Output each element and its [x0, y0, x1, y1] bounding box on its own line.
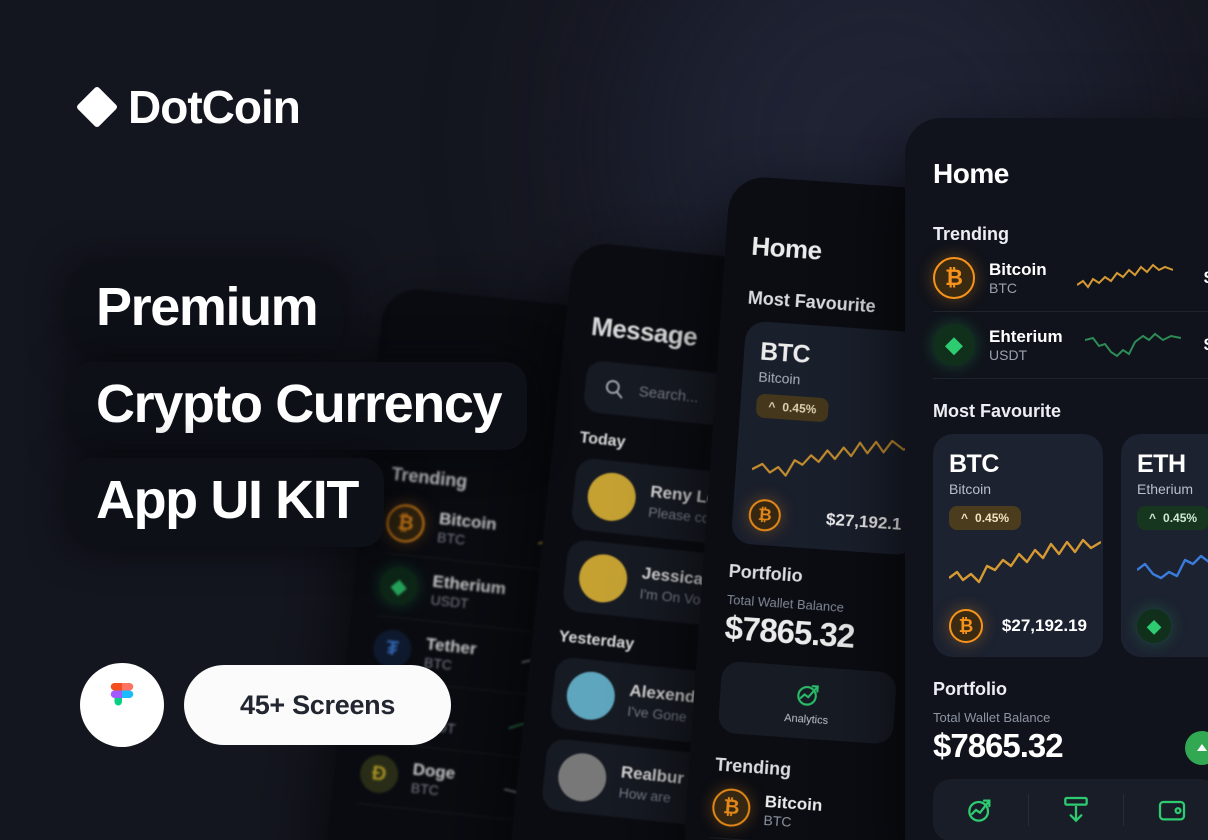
- sparkline-chart: [751, 439, 920, 477]
- action-withdraw[interactable]: [1029, 794, 1125, 826]
- headline-line-2: Crypto Currency: [70, 361, 528, 451]
- action-analytics[interactable]: Analytics: [718, 674, 896, 732]
- coin-name: Bitcoin: [949, 481, 992, 497]
- coin-name: Ehterium: [989, 327, 1063, 347]
- headline-group: Premium Crypto Currency App UI KIT: [70, 265, 528, 548]
- list-item[interactable]: ₿ Bitcoin BTC $41,: [933, 245, 1208, 312]
- phone-mockup-home-right: Home Trending ₿ Bitcoin BTC $41, ◆ Ehter…: [905, 118, 1208, 840]
- ethereum-icon: ◆: [1137, 609, 1171, 643]
- balance-amount: $7865.32: [933, 727, 1064, 764]
- favourite-card[interactable]: BTC Bitcoin ^ 0.45% ₿ $27,192.19: [933, 434, 1103, 657]
- section-most-favourite: Most Favourite: [933, 401, 1062, 421]
- sparkline-chart: [948, 538, 1102, 584]
- action-label: Analytics: [783, 712, 829, 728]
- analytics-icon: [968, 799, 991, 822]
- coin-price: $27,192.1: [825, 509, 903, 534]
- avatar: [555, 750, 609, 804]
- status-badge: ^ 0.45%: [755, 393, 830, 423]
- action-analytics[interactable]: [933, 794, 1029, 826]
- coin-symbol: USDT: [989, 346, 1028, 363]
- bitcoin-icon: ₿: [747, 498, 782, 533]
- bitcoin-icon: ₿: [933, 257, 975, 299]
- bitcoin-icon: ₿: [949, 609, 983, 643]
- coin-name: Etherium: [1137, 481, 1194, 497]
- status-badge: ^ 0.45%: [949, 506, 1022, 530]
- sparkline-chart: [1077, 328, 1190, 362]
- screens-count-badge[interactable]: 45+ Screens: [184, 665, 452, 745]
- balance-label: Total Wallet Balance: [933, 710, 1051, 725]
- avatar: [564, 669, 618, 723]
- screens-count-label: 45+ Screens: [240, 689, 396, 720]
- figma-badge[interactable]: [80, 663, 164, 747]
- coin-price: $19,: [1204, 335, 1208, 355]
- chevron-up-icon: ^: [961, 511, 969, 525]
- headline-line-3: App UI KIT: [70, 458, 384, 548]
- trend-up-badge: [1185, 731, 1208, 765]
- list-item[interactable]: ◆ Ehterium USDT $19,: [933, 312, 1208, 379]
- coin-symbol: BTC: [989, 279, 1017, 296]
- favourite-card[interactable]: BTC Bitcoin ^ 0.45% ₿ $27,192.1: [730, 320, 931, 556]
- coin-symbol: ETH: [1137, 450, 1186, 478]
- figma-logo-icon: [110, 683, 134, 706]
- coin-price: $27,192.19: [1001, 616, 1087, 635]
- bitcoin-icon: ₿: [711, 787, 752, 828]
- change-value: 0.45%: [1163, 511, 1198, 525]
- headline-line-1: Premium: [70, 265, 344, 354]
- sparkline-chart: [1061, 261, 1190, 295]
- analytics-icon: [796, 685, 819, 706]
- chevron-up-icon: ^: [767, 399, 776, 414]
- coin-price: $41,: [1204, 268, 1208, 288]
- diamond-icon: [75, 85, 119, 129]
- change-value: 0.45%: [781, 400, 817, 417]
- dogecoin-icon: Ð: [358, 753, 401, 795]
- avatar: [585, 470, 639, 524]
- badge-group: 45+ Screens: [80, 663, 452, 747]
- favourite-card[interactable]: ETH Etherium ^ 0.45% ◆ $1: [1121, 434, 1208, 657]
- coin-symbol: BTC: [949, 450, 999, 478]
- wallet-icon: [1158, 800, 1185, 821]
- page-title: Home: [933, 158, 1009, 189]
- change-value: 0.45%: [975, 511, 1010, 525]
- status-badge: ^ 0.45%: [1137, 506, 1208, 530]
- ethereum-icon: ◆: [933, 324, 975, 366]
- coin-name: Bitcoin: [989, 260, 1047, 280]
- poster-stage: Trending ₿ Bitcoin BTC ◆ Etherium USDT ₮…: [0, 0, 1208, 840]
- action-wallet[interactable]: [1124, 794, 1208, 826]
- chevron-up-icon: ^: [1149, 511, 1157, 525]
- brand-name: DotCoin: [128, 81, 301, 133]
- section-portfolio: Portfolio: [933, 679, 1007, 699]
- sparkline-chart: [1136, 554, 1208, 580]
- arrow-up-icon: [1197, 744, 1207, 751]
- search-placeholder: Search...: [638, 382, 700, 406]
- withdraw-icon: [1064, 796, 1088, 823]
- section-trending: Trending: [933, 224, 1009, 244]
- ethereum-icon: ◆: [378, 565, 420, 607]
- brand-logo: DotCoin: [75, 80, 301, 134]
- search-icon: [605, 380, 623, 399]
- avatar: [576, 552, 630, 605]
